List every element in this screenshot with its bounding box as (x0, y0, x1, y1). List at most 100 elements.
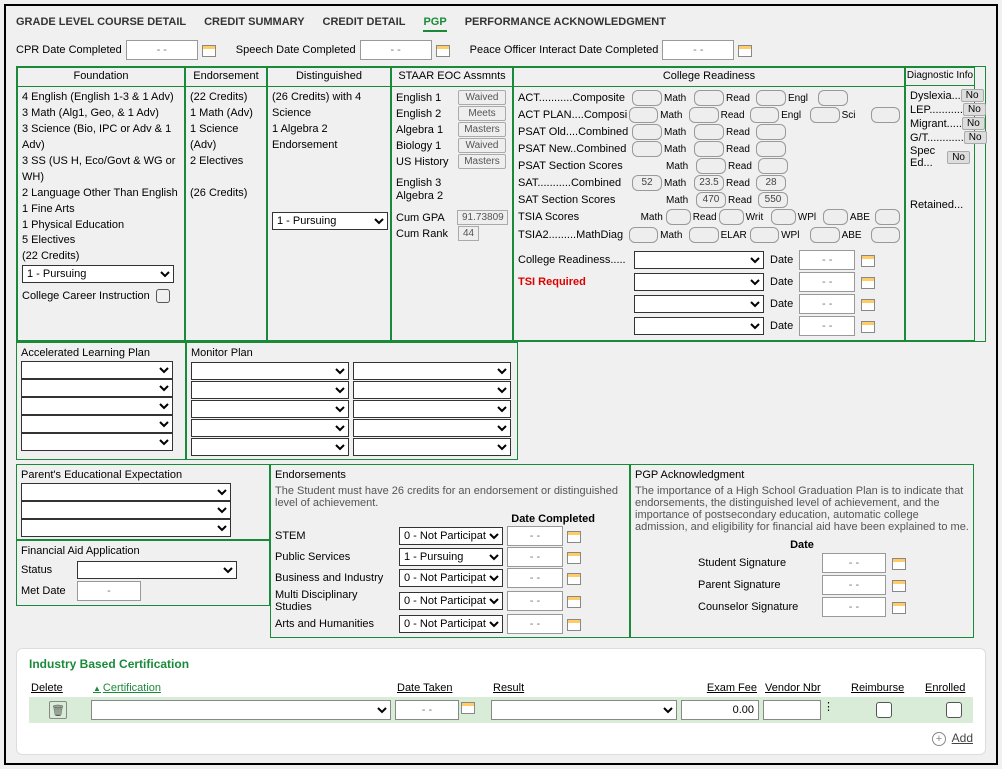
monitor-select[interactable] (353, 381, 511, 399)
col-certification[interactable]: Certification (91, 679, 391, 697)
calendar-icon[interactable] (892, 556, 906, 570)
college-date-input[interactable] (799, 272, 855, 292)
monitor-select[interactable] (191, 438, 349, 456)
add-icon[interactable]: + (932, 732, 946, 746)
signature-date-input[interactable] (822, 553, 886, 573)
college-date-input[interactable] (799, 316, 855, 336)
diag-label: Migrant..... (910, 118, 962, 130)
endorsement-select[interactable]: 1 - Pursuing (399, 548, 503, 566)
calendar-icon[interactable] (567, 594, 581, 608)
more-icon[interactable]: ⋮ (823, 700, 834, 720)
calendar-icon[interactable] (202, 43, 216, 57)
staar-header: STAAR EOC Assmnts (392, 68, 512, 87)
score-sublabel: WPl (798, 212, 821, 223)
monitor-select[interactable] (191, 362, 349, 380)
speech-date-input[interactable] (360, 40, 432, 60)
calendar-icon[interactable] (892, 600, 906, 614)
col-vendor[interactable]: Vendor Nbr (763, 679, 845, 697)
status-select[interactable] (77, 561, 237, 579)
col-exam-fee[interactable]: Exam Fee (681, 679, 759, 697)
college-select[interactable] (634, 273, 764, 291)
alp-select[interactable] (21, 397, 173, 415)
monitor-select[interactable] (191, 381, 349, 399)
score-box (694, 90, 724, 106)
calendar-icon[interactable] (861, 319, 875, 333)
exam-fee-input[interactable] (681, 700, 759, 720)
college-date-input[interactable] (799, 294, 855, 314)
col-enrolled[interactable]: Enrolled (923, 679, 985, 697)
add-link[interactable]: Add (952, 731, 973, 745)
college-label: SAT Section Scores (518, 194, 630, 206)
calendar-icon[interactable] (461, 700, 475, 714)
calendar-icon[interactable] (892, 578, 906, 592)
monitor-select[interactable] (353, 438, 511, 456)
alp-select[interactable] (21, 433, 173, 451)
college-select[interactable] (634, 295, 764, 313)
date-taken-input[interactable] (395, 700, 459, 720)
signature-date-input[interactable] (822, 575, 886, 595)
score-box: 470 (696, 192, 726, 208)
college-date-input[interactable] (799, 250, 855, 270)
tab-grade-level[interactable]: GRADE LEVEL COURSE DETAIL (16, 14, 186, 32)
alp-select[interactable] (21, 415, 173, 433)
endorsement-select[interactable]: 0 - Not Participating (399, 569, 503, 587)
tab-pgp[interactable]: PGP (423, 14, 446, 32)
date-completed-header: Date Completed (275, 513, 625, 525)
peace-date-input[interactable] (662, 40, 734, 60)
foundation-select[interactable]: 1 - Pursuing (22, 265, 174, 283)
signature-label: Parent Signature (698, 579, 816, 591)
calendar-icon[interactable] (567, 529, 581, 543)
reimburse-checkbox[interactable] (876, 702, 892, 718)
certification-select[interactable] (91, 700, 391, 720)
college-select[interactable] (634, 251, 764, 269)
signature-date-input[interactable] (822, 597, 886, 617)
pee-select[interactable] (21, 483, 231, 501)
vendor-input[interactable] (763, 700, 821, 720)
tab-credit-detail[interactable]: CREDIT DETAIL (323, 14, 406, 32)
monitor-select[interactable] (191, 400, 349, 418)
col-result[interactable]: Result (491, 679, 677, 697)
tab-credit-summary[interactable]: CREDIT SUMMARY (204, 14, 304, 32)
calendar-icon[interactable] (738, 43, 752, 57)
cci-checkbox[interactable] (156, 289, 170, 303)
alp-select[interactable] (21, 379, 173, 397)
endorsement-date-input[interactable] (507, 526, 563, 546)
col-delete[interactable]: Delete (29, 679, 87, 697)
monitor-select[interactable] (353, 419, 511, 437)
diag-value: No (961, 89, 984, 102)
calendar-icon[interactable] (861, 253, 875, 267)
foundation-header: Foundation (18, 68, 184, 87)
endorsement-date-input[interactable] (507, 591, 563, 611)
monitor-select[interactable] (353, 400, 511, 418)
calendar-icon[interactable] (567, 571, 581, 585)
score-box (810, 227, 839, 243)
pee-select[interactable] (21, 501, 231, 519)
delete-button[interactable]: 🗑 (49, 701, 67, 719)
calendar-icon[interactable] (436, 43, 450, 57)
endorsement-select[interactable]: 0 - Not Participating (399, 527, 503, 545)
score-sublabel: Math (660, 110, 687, 121)
calendar-icon[interactable] (861, 275, 875, 289)
result-select[interactable] (491, 700, 677, 720)
score-box (689, 227, 718, 243)
col-reimburse[interactable]: Reimburse (849, 679, 919, 697)
endorsement-date-input[interactable] (507, 614, 563, 634)
calendar-icon[interactable] (567, 617, 581, 631)
alp-select[interactable] (21, 361, 173, 379)
cpr-date-input[interactable] (126, 40, 198, 60)
tab-performance-ack[interactable]: PERFORMANCE ACKNOWLEDGMENT (465, 14, 666, 32)
col-date-taken[interactable]: Date Taken (395, 679, 487, 697)
monitor-select[interactable] (353, 362, 511, 380)
met-date-input[interactable] (77, 581, 141, 601)
enrolled-checkbox[interactable] (946, 702, 962, 718)
pee-select[interactable] (21, 519, 231, 537)
endorsement-select[interactable]: 0 - Not Participating (399, 615, 503, 633)
endorsement-select[interactable]: 0 - Not Participating (399, 592, 503, 610)
calendar-icon[interactable] (861, 297, 875, 311)
endorsement-date-input[interactable] (507, 568, 563, 588)
monitor-select[interactable] (191, 419, 349, 437)
college-select[interactable] (634, 317, 764, 335)
endorsement-date-input[interactable] (507, 547, 563, 567)
calendar-icon[interactable] (567, 550, 581, 564)
distinguished-select[interactable]: 1 - Pursuing (272, 212, 388, 230)
